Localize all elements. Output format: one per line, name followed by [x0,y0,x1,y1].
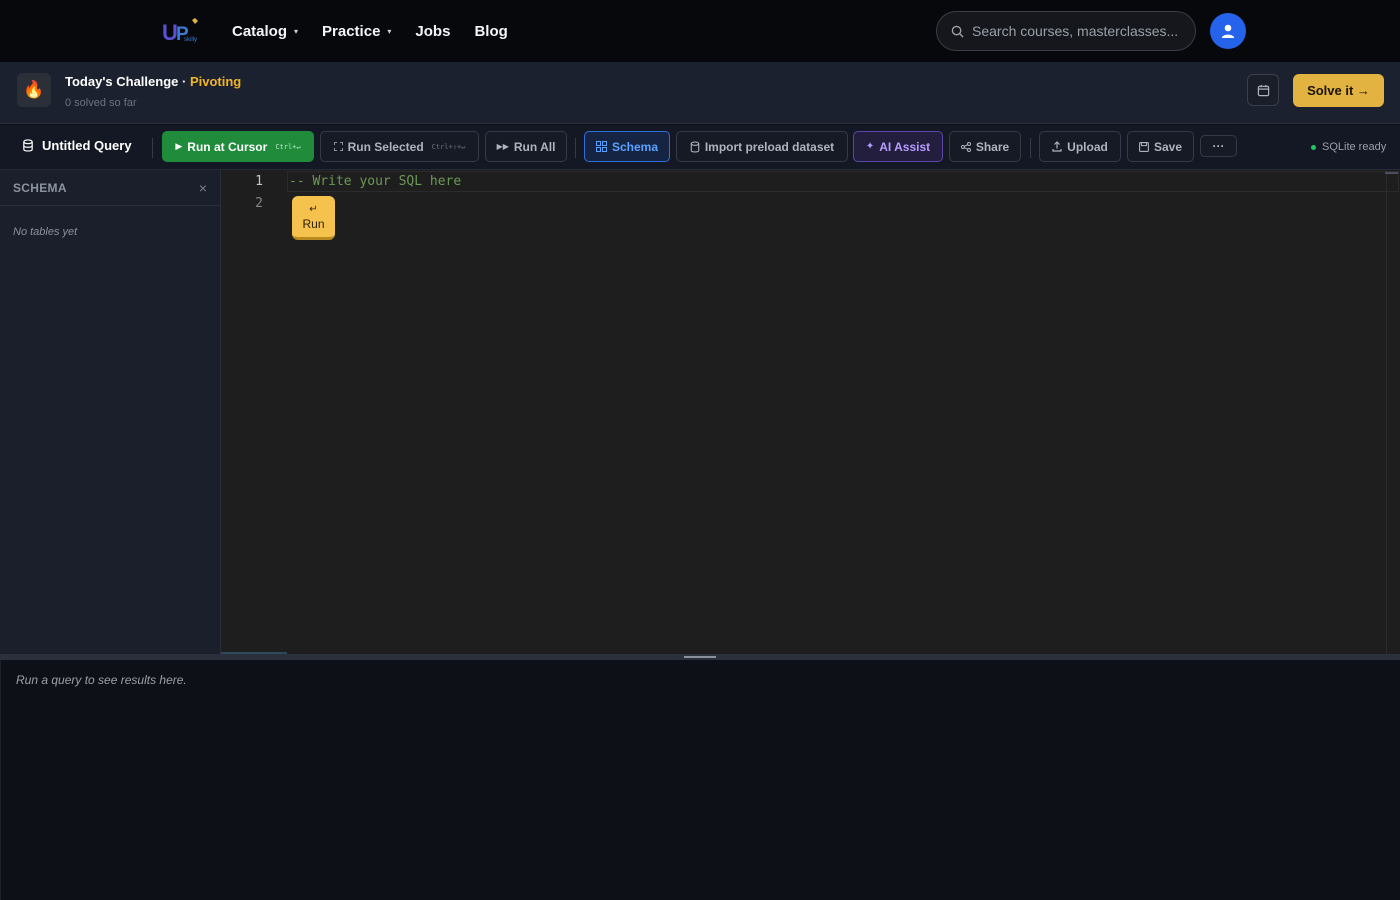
sparkle-icon: ✦ [865,141,875,152]
run-at-cursor-label: Run at Cursor [187,139,268,154]
enter-key-icon: ↵ [309,203,318,215]
challenge-topic: Pivoting [189,74,242,89]
db-status: SQLite ready [1311,141,1386,153]
share-button[interactable]: Share [949,131,1021,162]
run-selected-button[interactable]: Run Selected Ctrl+⇧+↵ [320,131,479,162]
solve-it-button[interactable]: Solve it → [1293,74,1384,107]
run-selected-shortcut: Ctrl+⇧+↵ [431,142,466,151]
query-title-text: Untitled Query [42,138,132,153]
line-number: 2 [255,196,263,211]
svg-text:skilly: skilly [184,37,197,43]
challenge-separator: · [178,74,190,89]
share-label: Share [975,139,1010,154]
db-status-text: SQLite ready [1322,141,1387,153]
top-navigation: U P skilly Catalog ▾ Practice ▾ Jobs Blo… [0,0,1400,62]
search-box [936,11,1196,51]
more-options-button[interactable]: ··· [1200,135,1237,157]
inline-run-button[interactable]: ↵ Run [292,196,335,240]
schema-panel-title: SCHEMA [13,180,67,195]
nav-blog-label: Blog [474,22,508,40]
nav-jobs-label: Jobs [415,22,451,40]
nav-practice[interactable]: Practice ▾ [322,23,391,40]
close-icon[interactable]: × [199,180,207,196]
toolbar-divider [575,138,576,158]
calendar-icon [1257,84,1269,96]
schema-panel-header: SCHEMA × [0,170,220,206]
site-logo[interactable]: U P skilly [162,16,202,45]
line-number-gutter: 1 2 [221,170,287,654]
play-icon: ▶ [175,141,183,151]
daily-challenge-bar: 🔥 Today's Challenge · Pivoting 0 solved … [0,62,1400,124]
challenge-title: Today's Challenge · Pivoting [65,74,241,89]
inline-run-label: Run [302,216,325,231]
nav-jobs[interactable]: Jobs [415,23,450,40]
calendar-button[interactable] [1247,74,1279,106]
save-icon [1139,141,1149,152]
schema-toggle-button[interactable]: Schema [584,131,670,162]
run-at-cursor-button[interactable]: ▶ Run at Cursor Ctrl+↵ [162,131,314,162]
fire-icon: 🔥 [17,73,51,107]
results-panel: Run a query to see results here. [0,660,1400,900]
toolbar-divider [152,138,153,158]
save-button[interactable]: Save [1127,131,1194,162]
database-icon [690,140,700,152]
chevron-down-icon: ▾ [387,26,392,36]
scrollbar-thumb[interactable] [1385,172,1398,174]
schema-panel: SCHEMA × No tables yet [0,170,221,654]
share-icon [960,141,971,152]
upload-label: Upload [1067,139,1108,154]
nav-practice-label: Practice [322,22,381,40]
nav-catalog-label: Catalog [232,22,288,40]
sql-editor[interactable]: 1 2 -- Write your SQL here ↵ Run [221,170,1400,654]
query-title[interactable]: Untitled Query [22,138,132,153]
results-empty-message: Run a query to see results here. [16,673,187,687]
drag-handle-icon[interactable] [684,656,716,658]
user-icon [1221,24,1235,38]
run-all-label: Run All [513,139,556,154]
upload-icon [1052,141,1062,152]
upload-button[interactable]: Upload [1039,131,1121,162]
query-toolbar: Untitled Query ▶ Run at Cursor Ctrl+↵ Ru… [0,125,1400,170]
status-dot-icon [1311,144,1316,150]
search-icon [951,25,964,38]
save-label: Save [1153,139,1183,154]
run-selected-label: Run Selected [347,139,424,154]
more-icon: ··· [1212,139,1225,153]
nav-catalog[interactable]: Catalog ▾ [232,23,298,40]
selection-icon [333,142,343,151]
chevron-down-icon: ▾ [294,26,299,36]
database-icon [23,139,33,152]
run-all-button[interactable]: ▶▶ Run All [485,131,567,162]
fast-forward-icon: ▶▶ [496,142,509,151]
run-at-cursor-shortcut: Ctrl+↵ [275,142,301,151]
nav-blog[interactable]: Blog [474,23,507,40]
code-line-1[interactable]: -- Write your SQL here [289,174,461,189]
nav-links: Catalog ▾ Practice ▾ Jobs Blog [232,0,532,62]
toolbar-divider [1030,138,1031,158]
schema-empty-message: No tables yet [13,226,78,238]
import-label: Import preload dataset [704,139,835,154]
import-dataset-button[interactable]: Import preload dataset [676,131,848,162]
challenge-solved-count: 0 solved so far [65,97,137,109]
challenge-title-text: Today's Challenge [65,74,179,89]
ai-assist-button[interactable]: ✦ AI Assist [853,131,943,162]
search-input[interactable] [972,23,1187,39]
grid-icon [595,141,607,152]
ai-assist-label: AI Assist [879,139,931,154]
line-number: 1 [255,174,263,189]
user-avatar-button[interactable] [1210,13,1246,49]
schema-label: Schema [611,139,659,154]
editor-scrollbar[interactable] [1386,170,1400,654]
